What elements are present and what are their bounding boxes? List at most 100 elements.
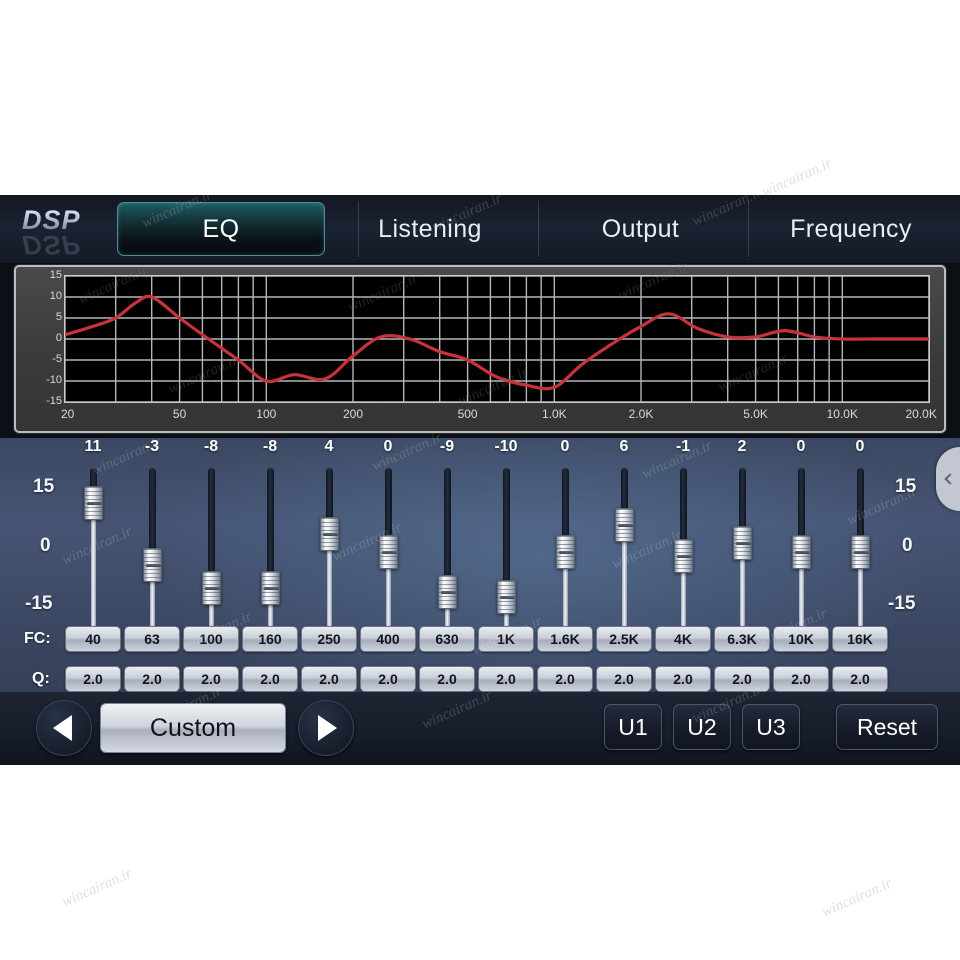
tab-listening[interactable]: Listening — [340, 202, 520, 256]
fc-button[interactable]: 6.3K — [714, 626, 770, 652]
q-button[interactable]: 2.0 — [124, 666, 180, 692]
fc-button[interactable]: 4K — [655, 626, 711, 652]
band-slider[interactable] — [846, 468, 874, 636]
graph-x-axis: 20 50 100 200 500 1.0K 2.0K 5.0K 10.0K 20.0K — [16, 407, 940, 427]
graph-y-axis: 15 10 5 0 -5 -10 -15 — [16, 270, 62, 407]
band-slider[interactable] — [669, 468, 697, 636]
user-preset-u3-label: U3 — [756, 713, 786, 740]
user-preset-u1-button[interactable]: U1 — [604, 704, 662, 750]
band-gain-value: 11 — [84, 438, 102, 455]
slider-thumb[interactable] — [851, 535, 870, 569]
fc-button[interactable]: 400 — [360, 626, 416, 652]
slider-thumb[interactable] — [84, 486, 103, 520]
q-button[interactable]: 2.0 — [419, 666, 475, 692]
q-button[interactable]: 2.0 — [478, 666, 534, 692]
scale-mid-right: 0 — [902, 535, 913, 556]
band-slider[interactable] — [787, 468, 815, 636]
preset-name-button[interactable]: Custom — [100, 703, 286, 753]
slider-thumb[interactable] — [143, 548, 162, 582]
q-button[interactable]: 2.0 — [832, 666, 888, 692]
band-slider[interactable] — [492, 468, 520, 636]
band-slider[interactable] — [256, 468, 284, 636]
fc-button[interactable]: 16K — [832, 626, 888, 652]
q-button[interactable]: 2.0 — [596, 666, 652, 692]
tab-output[interactable]: Output — [548, 202, 733, 256]
band-gain-value: 6 — [619, 438, 629, 455]
band-slider[interactable] — [79, 468, 107, 636]
tab-eq[interactable]: EQ — [117, 202, 325, 256]
user-preset-u2-label: U2 — [687, 713, 717, 740]
q-button[interactable]: 2.0 — [537, 666, 593, 692]
slider-thumb[interactable] — [792, 535, 811, 569]
fc-button[interactable]: 1.6K — [537, 626, 593, 652]
fc-button[interactable]: 63 — [124, 626, 180, 652]
band-slider[interactable] — [374, 468, 402, 636]
tab-output-label: Output — [601, 214, 680, 243]
graph-plot-area[interactable] — [64, 275, 930, 403]
band-slider[interactable] — [315, 468, 343, 636]
x-tick: 500 — [457, 407, 478, 421]
band-slider[interactable] — [728, 468, 756, 636]
slider-thumb[interactable] — [733, 526, 752, 560]
x-tick: 1.0K — [541, 407, 567, 421]
fc-button[interactable]: 250 — [301, 626, 357, 652]
user-preset-u2-button[interactable]: U2 — [673, 704, 731, 750]
fc-button[interactable]: 40 — [65, 626, 121, 652]
preset-next-button[interactable] — [298, 700, 354, 756]
reset-button[interactable]: Reset — [836, 704, 938, 750]
tab-bar: DSP DSP EQ Listening Output Frequency wi… — [0, 195, 960, 263]
slider-thumb[interactable] — [202, 571, 221, 605]
q-button[interactable]: 2.0 — [242, 666, 298, 692]
x-tick: 20.0K — [905, 407, 937, 421]
dsp-logo: DSP DSP — [22, 205, 118, 259]
user-preset-u3-button[interactable]: U3 — [742, 704, 800, 750]
q-button[interactable]: 2.0 — [773, 666, 829, 692]
fc-button[interactable]: 10K — [773, 626, 829, 652]
fc-button[interactable]: 2.5K — [596, 626, 652, 652]
slider-thumb[interactable] — [615, 508, 634, 542]
eq-curve — [65, 294, 929, 391]
x-tick: 200 — [342, 407, 364, 421]
slider-thumb[interactable] — [497, 580, 516, 614]
slider-thumb[interactable] — [320, 517, 339, 551]
watermark: wincairan.ir — [819, 875, 895, 921]
tab-frequency[interactable]: Frequency — [756, 202, 946, 256]
slider-thumb[interactable] — [438, 575, 457, 609]
q-button[interactable]: 2.0 — [655, 666, 711, 692]
scale-max-left: 15 — [33, 476, 55, 497]
band-slider[interactable] — [551, 468, 579, 636]
q-button[interactable]: 2.0 — [360, 666, 416, 692]
tab-listening-label: Listening — [378, 214, 482, 243]
slider-thumb[interactable] — [261, 571, 280, 605]
slider-thumb[interactable] — [674, 539, 693, 573]
q-button[interactable]: 2.0 — [714, 666, 770, 692]
fc-button[interactable]: 100 — [183, 626, 239, 652]
band-gain-value: 0 — [560, 438, 570, 455]
fc-button[interactable]: 160 — [242, 626, 298, 652]
preset-prev-button[interactable] — [36, 700, 92, 756]
x-tick: 2.0K — [628, 407, 654, 421]
band-slider[interactable] — [197, 468, 225, 636]
fc-button[interactable]: 630 — [419, 626, 475, 652]
scale-min-right: -15 — [888, 593, 916, 614]
band-slider[interactable] — [138, 468, 166, 636]
y-tick: -15 — [46, 395, 62, 407]
slider-thumb[interactable] — [379, 535, 398, 569]
y-tick: -5 — [52, 353, 62, 365]
band-gain-value: 0 — [383, 438, 393, 455]
fc-button[interactable]: 1K — [478, 626, 534, 652]
band-slider[interactable] — [433, 468, 461, 636]
q-button[interactable]: 2.0 — [65, 666, 121, 692]
band-gain-value: 0 — [796, 438, 806, 455]
slider-track-upper — [503, 468, 510, 597]
y-tick: 15 — [49, 269, 62, 281]
x-tick: 20 — [60, 407, 75, 421]
q-button[interactable]: 2.0 — [183, 666, 239, 692]
q-button[interactable]: 2.0 — [301, 666, 357, 692]
band-gain-value: 2 — [737, 438, 747, 455]
y-tick: -10 — [46, 374, 62, 386]
x-tick: 10.0K — [826, 407, 858, 421]
band-slider[interactable] — [610, 468, 638, 636]
slider-thumb[interactable] — [556, 535, 575, 569]
band-value-row: 11 -3 -8 -8 4 0 -9 -10 0 6 -1 2 0 0 — [0, 438, 960, 464]
